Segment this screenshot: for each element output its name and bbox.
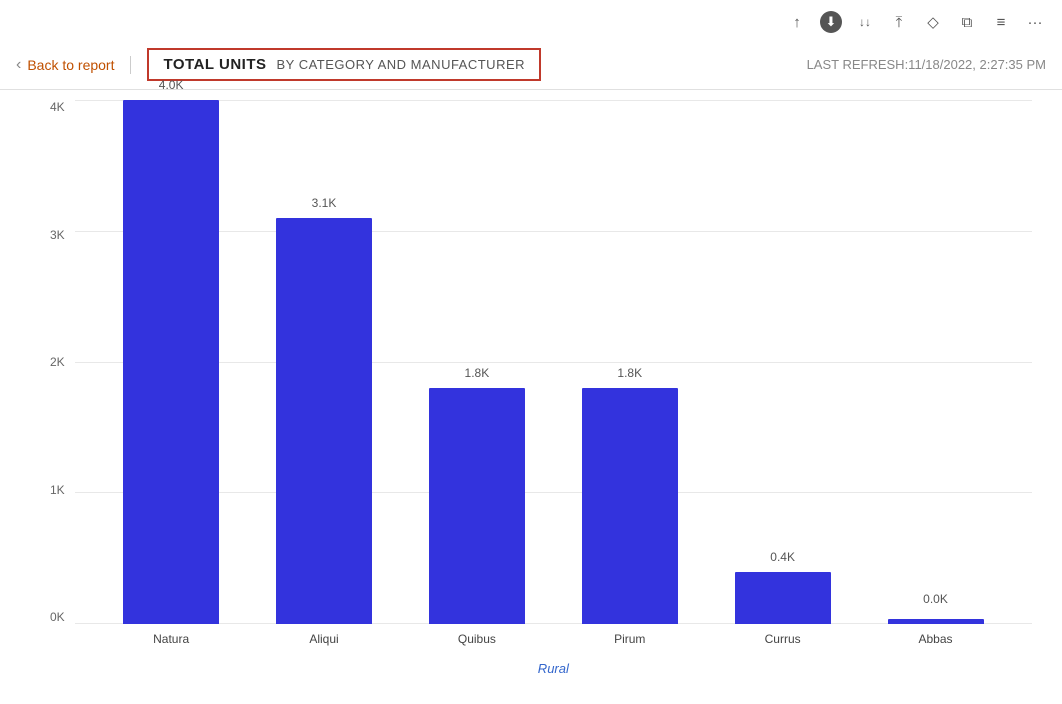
bars-container: 4.0K 3.1K 1.8K 1.8K 0.4K [75, 100, 1032, 624]
chevron-left-icon: ‹ [16, 56, 21, 74]
x-label-abbas-text: Abbas [918, 632, 952, 646]
x-label-abbas: Abbas [876, 632, 996, 646]
bar-currus[interactable] [735, 572, 831, 624]
sort-desc-icon[interactable]: ↓↓ [854, 11, 876, 33]
x-label-currus-text: Currus [765, 632, 801, 646]
bar-group-pirum: 1.8K [570, 100, 690, 624]
bar-group-currus: 0.4K [723, 100, 843, 624]
chart-inner: 4.0K 3.1K 1.8K 1.8K 0.4K [75, 100, 1032, 684]
y-label-1k: 1K [50, 483, 65, 497]
pin-icon[interactable]: ◇ [922, 11, 944, 33]
bar-label-currus: 0.4K [770, 550, 795, 564]
copy-icon[interactable]: ⧉ [956, 11, 978, 33]
title-box: TOTAL UNITS BY CATEGORY AND MANUFACTURER [147, 48, 541, 81]
bar-label-abbas: 0.0K [923, 592, 948, 606]
x-label-natura: Natura [111, 632, 231, 646]
bar-group-aliqui: 3.1K [264, 100, 384, 624]
sort-asc-icon[interactable]: ↑ [786, 11, 808, 33]
bar-group-abbas: 0.0K [876, 100, 996, 624]
total-units-label: TOTAL UNITS [163, 56, 266, 73]
bar-quibus[interactable] [429, 388, 525, 624]
y-label-3k: 3K [50, 228, 65, 242]
back-to-report-link[interactable]: ‹ Back to report [16, 56, 131, 74]
chart-area: 4K 3K 2K 1K 0K 4.0K 3.1K [0, 90, 1062, 704]
x-label-currus: Currus [723, 632, 843, 646]
bar-aliqui[interactable] [276, 218, 372, 624]
y-label-0k: 0K [50, 610, 65, 624]
bar-label-quibus: 1.8K [465, 366, 490, 380]
subtitle-label: BY CATEGORY AND MANUFACTURER [276, 57, 525, 72]
x-label-aliqui: Aliqui [264, 632, 384, 646]
rural-label: Rural [538, 661, 569, 676]
x-label-aliqui-text: Aliqui [309, 632, 338, 646]
bar-label-pirum: 1.8K [617, 366, 642, 380]
bar-natura[interactable] [123, 100, 219, 624]
y-axis: 4K 3K 2K 1K 0K [50, 100, 75, 684]
y-label-2k: 2K [50, 355, 65, 369]
y-label-4k: 4K [50, 100, 65, 114]
bar-group-natura: 4.0K [111, 100, 231, 624]
more-icon[interactable]: ··· [1024, 11, 1046, 33]
x-label-quibus: Quibus [417, 632, 537, 646]
x-label-natura-text: Natura [153, 632, 189, 646]
x-label-quibus-text: Quibus [458, 632, 496, 646]
x-label-pirum-text: Pirum [614, 632, 645, 646]
filter-icon[interactable]: ≡ [990, 11, 1012, 33]
last-refresh-label: LAST REFRESH:11/18/2022, 2:27:35 PM [807, 57, 1046, 72]
bar-label-natura: 4.0K [159, 78, 184, 92]
x-label-pirum: Pirum [570, 632, 690, 646]
bar-label-aliqui: 3.1K [312, 196, 337, 210]
download-icon[interactable]: ⬇ [820, 11, 842, 33]
bar-pirum[interactable] [582, 388, 678, 624]
bar-group-quibus: 1.8K [417, 100, 537, 624]
back-label: Back to report [27, 57, 114, 73]
toolbar: ↑ ⬇ ↓↓ ⤒ ◇ ⧉ ≡ ··· [0, 0, 1062, 40]
bookmark-icon[interactable]: ⤒ [888, 11, 910, 33]
